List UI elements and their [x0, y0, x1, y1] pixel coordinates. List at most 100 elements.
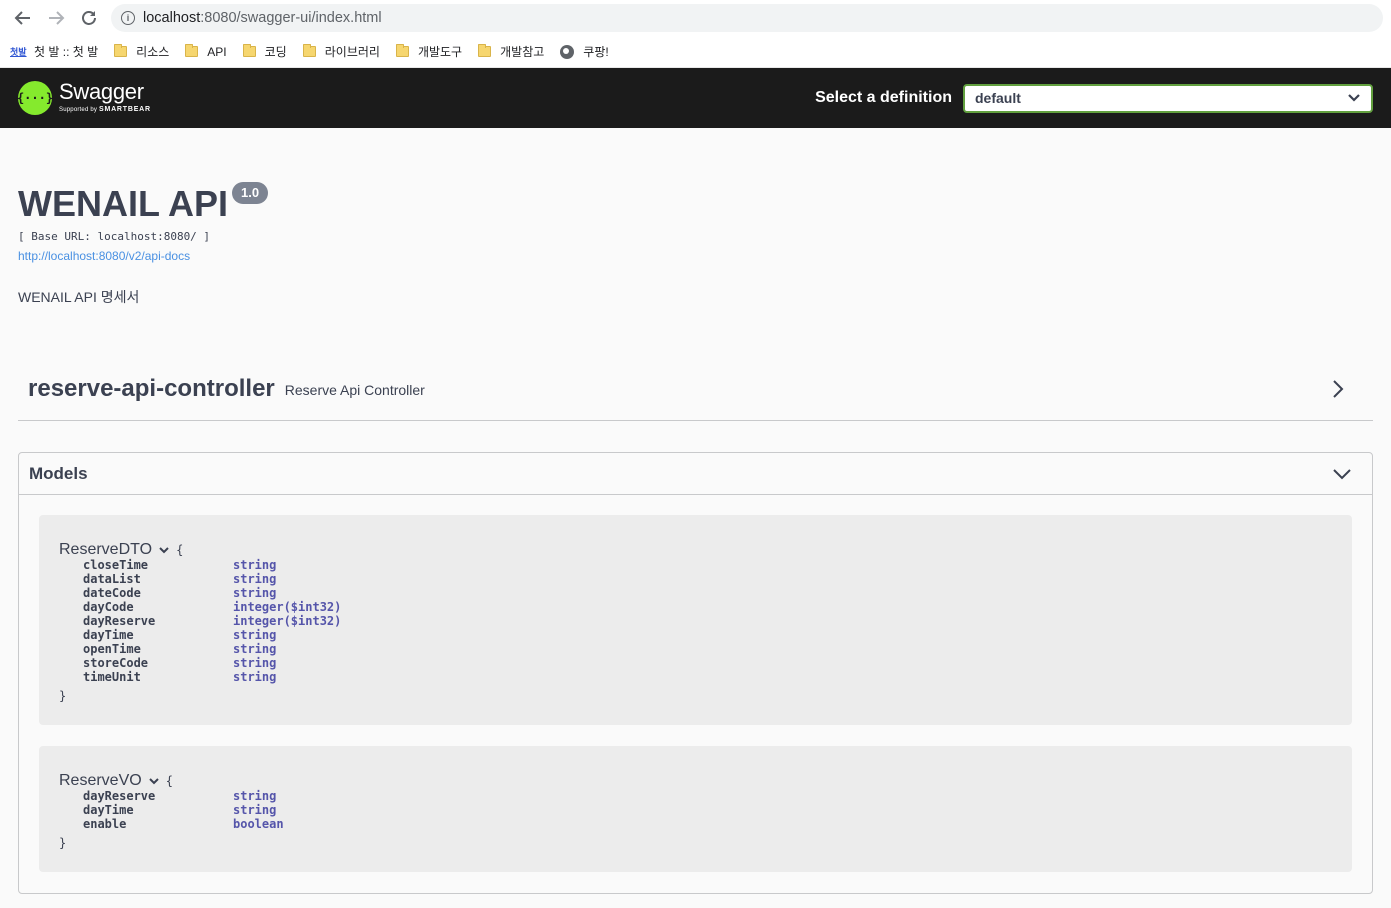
bookmark-folder[interactable]: 코딩 — [242, 43, 287, 60]
arrow-right-icon — [49, 11, 65, 25]
property-row: openTime string — [83, 642, 341, 656]
property-row: dayReserve integer($int32) — [83, 614, 341, 628]
property-type: string — [233, 670, 277, 684]
bookmark-label: 첫 발 :: 첫 발 — [34, 45, 99, 59]
property-name: timeUnit — [83, 670, 141, 684]
property-row: dataList string — [83, 572, 341, 586]
api-info: WENAIL API 1.0 [ Base URL: localhost:808… — [0, 182, 1391, 307]
bookmark-folder[interactable]: 리소스 — [114, 43, 169, 60]
property-name: dayCode — [83, 600, 134, 614]
title-row: WENAIL API 1.0 — [18, 182, 1373, 226]
bookmark-folder[interactable]: 라이브러리 — [302, 43, 380, 60]
chevron-down-icon[interactable] — [148, 776, 160, 786]
tag-section-reserve-api-controller[interactable]: reserve-api-controller Reserve Api Contr… — [18, 357, 1373, 421]
property-type: integer($int32) — [233, 614, 342, 628]
definition-select[interactable]: default — [963, 83, 1373, 113]
info-icon[interactable]: i — [121, 11, 135, 25]
bookmark-folder[interactable]: 개발참고 — [478, 43, 544, 60]
bookmark-label: 쿠팡! — [583, 45, 609, 59]
close-brace: } — [59, 689, 67, 703]
close-brace: } — [59, 836, 67, 850]
property-name: enable — [83, 817, 127, 831]
bookmarks-bar: 첫발 첫 발 :: 첫 발 리소스 API 코딩 라이브러리 개발도구 개발참고… — [0, 36, 1391, 68]
swagger-logo[interactable]: {···} Swagger Supported by SMARTBEAR — [17, 81, 151, 115]
property-type: string — [233, 642, 277, 656]
chevron-down-icon — [1348, 94, 1360, 102]
models-header[interactable]: Models — [19, 453, 1372, 495]
reload-button[interactable] — [74, 3, 104, 33]
chevron-right-icon[interactable] — [1331, 379, 1345, 399]
bookmark-label: API — [207, 44, 227, 59]
open-brace: { — [176, 543, 184, 557]
model-reserve-vo: ReserveVO { dayReserve string dayTime stri… — [39, 746, 1352, 872]
bookmark-folder[interactable]: 개발도구 — [395, 43, 463, 60]
property-name: dayTime — [83, 628, 134, 642]
property-row: dayCode integer($int32) — [83, 600, 341, 614]
swagger-logo-icon: {···} — [17, 81, 53, 115]
chevron-down-icon[interactable] — [158, 545, 170, 555]
model-name: ReserveVO — [59, 772, 142, 789]
base-url: [ Base URL: localhost:8080/ ] — [18, 230, 211, 243]
forward-button[interactable] — [41, 3, 71, 33]
url-host: localhost — [143, 10, 201, 26]
property-row: dayTime string — [83, 803, 284, 817]
swagger-topbar: {···} Swagger Supported by SMARTBEAR Sel… — [0, 68, 1391, 128]
property-type: string — [233, 789, 277, 803]
property-type: integer($int32) — [233, 600, 342, 614]
tag-description: Reserve Api Controller — [284, 382, 425, 398]
tag-name: reserve-api-controller — [28, 374, 275, 402]
property-name: closeTime — [83, 558, 149, 572]
property-type: string — [233, 586, 277, 600]
folder-icon — [185, 44, 199, 57]
reload-icon — [82, 11, 96, 25]
model-name: ReserveDTO — [59, 541, 153, 558]
property-type: string — [233, 656, 277, 670]
logo-text: Swagger Supported by SMARTBEAR — [59, 81, 151, 115]
property-name: dayTime — [83, 803, 134, 817]
bookmark-label: 개발도구 — [417, 45, 463, 59]
property-type: string — [233, 572, 277, 586]
back-button[interactable] — [8, 3, 38, 33]
folder-icon — [242, 44, 256, 57]
property-row: dateCode string — [83, 586, 341, 600]
globe-icon — [560, 44, 575, 59]
definition-label: Select a definition — [815, 89, 952, 106]
definition-selector: Select a definition default — [815, 83, 1373, 113]
page-title: WENAIL API — [18, 183, 229, 224]
arrow-left-icon — [14, 11, 30, 25]
api-docs-link[interactable]: http://localhost:8080/v2/api-docs — [18, 249, 190, 263]
browser-address-bar: i localhost:8080/swagger-ui/index.html — [0, 0, 1391, 36]
property-name: dayReserve — [83, 614, 156, 628]
property-row: enable boolean — [83, 817, 284, 831]
logo-sub-prefix: Supported by — [59, 107, 98, 113]
bookmark-label: 라이브러리 — [324, 45, 380, 59]
open-brace: { — [165, 774, 173, 788]
folder-icon — [395, 44, 409, 57]
model-header[interactable]: ReserveVO { — [59, 772, 173, 790]
property-row: storeCode string — [83, 656, 341, 670]
bookmark-item[interactable]: 첫발 첫 발 :: 첫 발 — [10, 43, 98, 60]
logo-name: Swagger — [59, 79, 144, 104]
property-name: dayReserve — [83, 789, 156, 803]
bookmark-label: 개발참고 — [500, 45, 545, 59]
site-favicon-icon: 첫발 — [10, 46, 27, 57]
property-row: timeUnit string — [83, 670, 341, 684]
bookmark-folder[interactable]: API — [185, 44, 227, 59]
model-header[interactable]: ReserveDTO { — [59, 541, 183, 559]
property-row: dayReserve string — [83, 789, 284, 803]
property-name: storeCode — [83, 656, 149, 670]
folder-icon — [114, 44, 128, 57]
bookmark-item[interactable]: 쿠팡! — [560, 43, 609, 60]
url-input[interactable]: i localhost:8080/swagger-ui/index.html — [111, 4, 1383, 32]
model-properties: dayReserve string dayTime string enable boo… — [83, 789, 284, 831]
property-name: openTime — [83, 642, 141, 656]
bookmark-label: 리소스 — [136, 45, 170, 59]
logo-sub-brand: SMARTBEAR — [98, 106, 151, 113]
property-type: string — [233, 628, 277, 642]
definition-selected-value: default — [975, 90, 1021, 106]
property-name: dateCode — [83, 586, 141, 600]
model-properties: closeTime string dataList string dateCode s… — [83, 558, 341, 684]
chevron-down-icon[interactable] — [1332, 467, 1352, 481]
property-type: string — [233, 803, 277, 817]
bookmark-label: 코딩 — [264, 45, 287, 59]
